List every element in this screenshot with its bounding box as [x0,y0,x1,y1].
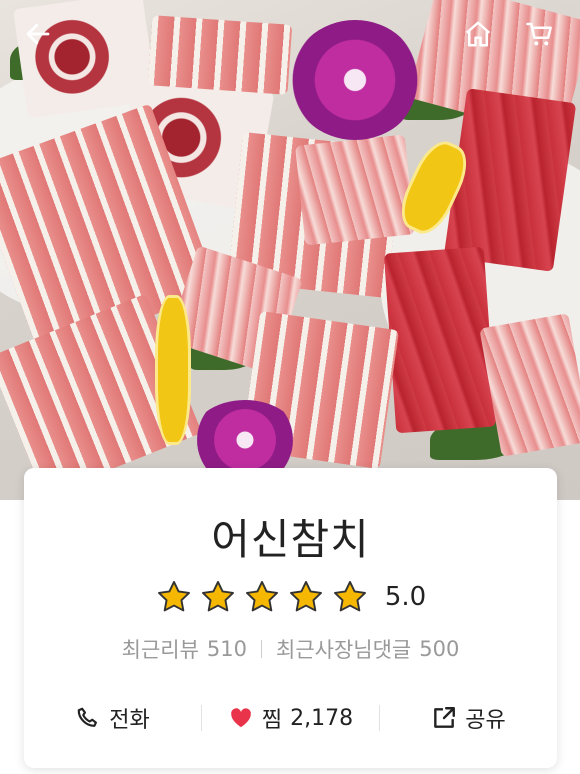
favorite-count: 2,178 [290,705,354,731]
tuna-slice [295,134,415,246]
favorite-label: 찜 [261,708,283,733]
cart-button[interactable] [520,14,560,54]
orchid-flower [290,20,420,140]
store-name: 어신참치 [211,515,370,564]
recent-review-count: 510 [206,637,248,661]
cart-icon [526,22,552,46]
home-button[interactable] [458,14,498,54]
star-icon [333,581,366,612]
rating-row: 5.0 [24,578,557,616]
call-button[interactable]: 전화 [24,696,201,740]
hero-food-image [0,0,580,500]
heart-icon [230,708,251,728]
favorite-button[interactable]: 찜 2,178 [202,696,379,740]
call-label: 전화 [109,708,150,733]
home-icon [465,21,491,47]
star-icon [289,581,322,612]
action-bar: 전화 찜 2,178 공유 [24,696,557,740]
phone-icon [77,707,98,727]
store-info-card: 어신참치 5.0 최근리뷰 510 최근사장님댓글 500 전화 찜 2,178 [24,468,557,768]
tuna-slice [443,88,577,272]
tuna-slice [383,246,497,434]
star-icon [157,581,190,612]
back-arrow-icon [26,23,50,45]
lemon-wedge [155,295,191,445]
star-icon [201,581,234,612]
recent-review-label: 최근리뷰 [121,638,199,662]
back-button[interactable] [18,14,58,54]
tuna-slice [147,15,293,95]
rating-value: 5.0 [384,582,427,612]
review-stats: 최근리뷰 510 최근사장님댓글 500 [24,634,557,664]
divider [261,640,263,658]
star-icon [245,581,278,612]
share-label: 공유 [465,708,506,733]
share-icon [434,707,456,728]
owner-reply-label: 최근사장님댓글 [276,638,412,662]
share-button[interactable]: 공유 [380,696,557,740]
owner-reply-count: 500 [419,637,460,661]
